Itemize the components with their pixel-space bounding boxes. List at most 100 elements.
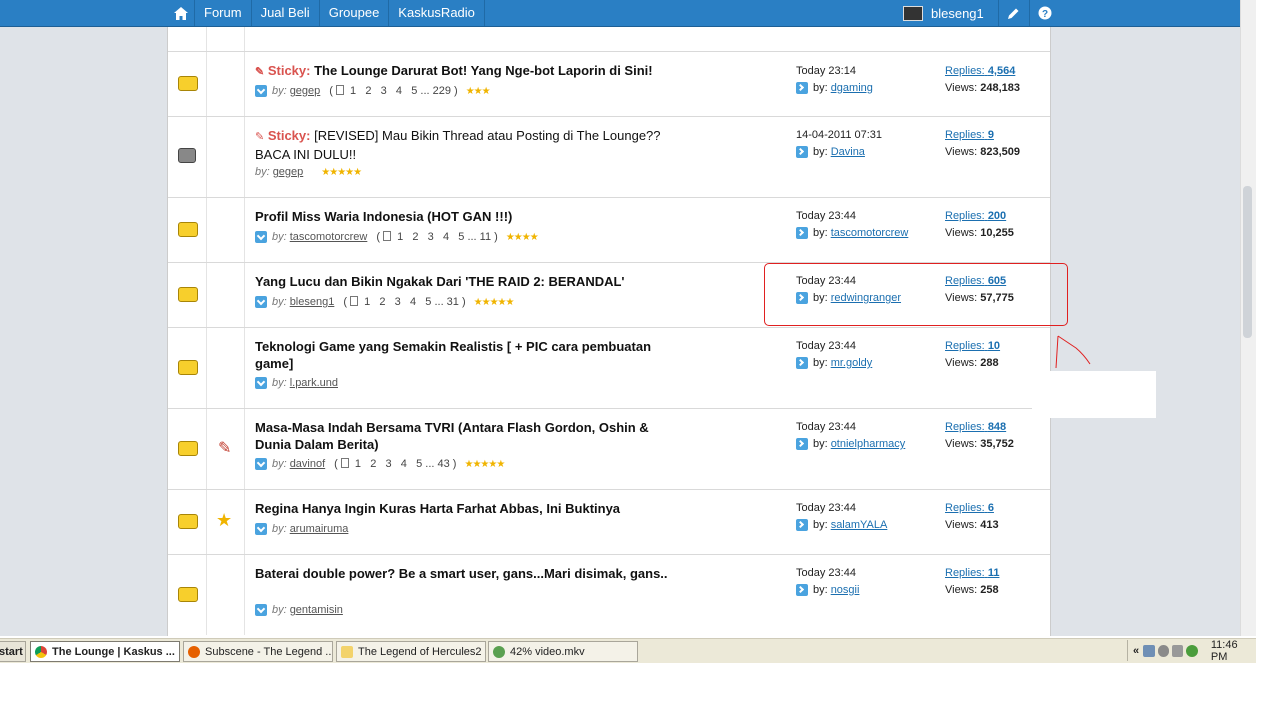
replies-link[interactable]: Replies: 10: [945, 339, 1000, 353]
thread-title[interactable]: Baterai double power? Be a smart user, g…: [255, 565, 675, 582]
taskbar-item-firefox[interactable]: Subscene - The Legend ...: [183, 641, 333, 662]
last-post: Today 23:14 by: dgaming: [796, 65, 873, 94]
replies-link[interactable]: Replies: 848: [945, 420, 1014, 434]
annotation-highlight-box: [764, 263, 1068, 326]
thread-title-text[interactable]: [REVISED] Mau Bikin Thread atau Posting …: [255, 128, 661, 162]
pin-icon: ✎: [255, 131, 265, 143]
last-poster-link[interactable]: otnielpharmacy: [831, 438, 906, 450]
chevron-down-icon[interactable]: [255, 523, 267, 535]
table-row[interactable]: Teknologi Game yang Semakin Realistis [ …: [168, 328, 1050, 409]
replies-link[interactable]: Replies: 4,564: [945, 64, 1020, 78]
chevron-down-icon[interactable]: [255, 458, 267, 470]
help-button[interactable]: ?: [1028, 0, 1060, 26]
folder-icon: [178, 222, 198, 237]
chevron-down-icon[interactable]: [255, 296, 267, 308]
thread-meta: by: arumairuma: [255, 522, 357, 536]
thread-title[interactable]: Masa-Masa Indah Bersama TVRI (Antara Fla…: [255, 419, 675, 453]
nav-kaskusradio[interactable]: KaskusRadio: [389, 0, 485, 26]
home-button[interactable]: [168, 0, 195, 26]
taskbar-item-chrome[interactable]: The Lounge | Kaskus ...: [30, 641, 180, 662]
thread-title[interactable]: ✎ Sticky: [REVISED] Mau Bikin Thread ata…: [255, 127, 675, 163]
views-count: Views: 413: [945, 519, 999, 531]
last-post-time: 14-04-2011 07:31: [796, 129, 883, 141]
views-count: Views: 248,183: [945, 82, 1021, 94]
chevron-down-icon[interactable]: [255, 377, 267, 389]
rating-stars: ★★★: [465, 85, 491, 97]
thread-meta: by: gegep ( 1 2 3 4 5 ... 229 ) ★★★: [255, 84, 491, 98]
user-menu[interactable]: bleseng1 ?: [896, 0, 1060, 26]
update-icon[interactable]: [1186, 644, 1198, 657]
thread-title[interactable]: ✎ Sticky: The Lounge Darurat Bot! Yang N…: [255, 62, 675, 81]
thread-title[interactable]: Profil Miss Waria Indonesia (HOT GAN !!!…: [255, 208, 675, 225]
taskbar-item-download[interactable]: 42% video.mkv: [488, 641, 638, 662]
thread-title[interactable]: Teknologi Game yang Semakin Realistis [ …: [255, 338, 675, 372]
thread-title-text[interactable]: The Lounge Darurat Bot! Yang Nge-bot Lap…: [314, 63, 652, 78]
scrollbar-thumb[interactable]: [1243, 186, 1252, 338]
folder-icon: [178, 76, 198, 91]
last-poster-link[interactable]: dgaming: [831, 82, 873, 94]
author-link[interactable]: gegep: [273, 166, 304, 178]
folder-icon: [178, 360, 198, 375]
replies-link[interactable]: Replies: 11: [945, 566, 999, 580]
author-link[interactable]: arumairuma: [290, 523, 349, 535]
table-row[interactable]: ✎ Sticky: [REVISED] Mau Bikin Thread ata…: [168, 117, 1050, 198]
start-button[interactable]: start: [0, 641, 26, 662]
nav-forum[interactable]: Forum: [195, 0, 252, 26]
replies-link[interactable]: Replies: 200: [945, 209, 1014, 223]
author-link[interactable]: davinof: [290, 458, 325, 470]
last-poster-link[interactable]: tascomotorcrew: [831, 227, 909, 239]
author-link[interactable]: gentamisin: [290, 604, 343, 616]
top-navbar: Forum Jual Beli Groupee KaskusRadio bles…: [0, 0, 1240, 27]
nav-jual-beli[interactable]: Jual Beli: [252, 0, 320, 26]
last-poster-link[interactable]: salamYALA: [831, 519, 888, 531]
author-link[interactable]: l.park.und: [290, 377, 338, 389]
pin-icon: ✎: [255, 66, 265, 78]
author-link[interactable]: gegep: [290, 85, 321, 97]
author-link[interactable]: tascomotorcrew: [290, 231, 368, 243]
last-post-time: Today 23:44: [796, 210, 856, 222]
views-count: Views: 823,509: [945, 146, 1021, 158]
avatar[interactable]: [903, 5, 923, 21]
go-to-last-post-icon[interactable]: [796, 146, 808, 158]
thread-stats: Replies: 10 Views: 288: [945, 339, 1000, 370]
table-row[interactable]: ✎ Masa-Masa Indah Bersama TVRI (Antara F…: [168, 409, 1050, 490]
table-row[interactable]: Baterai double power? Be a smart user, g…: [168, 555, 1050, 635]
go-to-last-post-icon[interactable]: [796, 357, 808, 369]
new-post-button[interactable]: [997, 0, 1029, 26]
replies-link[interactable]: Replies: 9: [945, 128, 1020, 142]
redaction-blob: [1032, 371, 1156, 418]
go-to-last-post-icon[interactable]: [796, 82, 808, 94]
last-poster-link[interactable]: mr.goldy: [831, 357, 873, 369]
network-icon[interactable]: [1143, 644, 1155, 657]
thread-title[interactable]: Regina Hanya Ingin Kuras Harta Farhat Ab…: [255, 500, 675, 517]
thread-title[interactable]: Yang Lucu dan Bikin Ngakak Dari 'THE RAI…: [255, 273, 675, 290]
last-poster-link[interactable]: nosgii: [831, 584, 860, 596]
last-post: Today 23:44 by: nosgii: [796, 567, 860, 596]
chevron-down-icon[interactable]: [255, 231, 267, 243]
author-link[interactable]: bleseng1: [290, 296, 335, 308]
volume-icon[interactable]: [1172, 644, 1184, 657]
table-row[interactable]: Profil Miss Waria Indonesia (HOT GAN !!!…: [168, 198, 1050, 263]
last-poster-link[interactable]: Davina: [831, 146, 865, 158]
go-to-last-post-icon[interactable]: [796, 227, 808, 239]
page-links: ( 1 2 3 4 5 ... 229 ): [329, 85, 458, 97]
username[interactable]: bleseng1: [931, 6, 984, 21]
nav-groupee[interactable]: Groupee: [320, 0, 390, 26]
taskbar-item-folder[interactable]: The Legend of Hercules2: [336, 641, 486, 662]
last-post-time: Today 23:44: [796, 502, 856, 514]
thread-meta: by: gentamisin: [255, 603, 352, 617]
go-to-last-post-icon[interactable]: [796, 519, 808, 531]
folder-icon: [341, 645, 353, 658]
chevron-down-icon[interactable]: [255, 85, 267, 97]
table-row[interactable]: ★ Regina Hanya Ingin Kuras Harta Farhat …: [168, 490, 1050, 555]
page-icon: [336, 85, 345, 95]
chevron-down-icon[interactable]: [255, 604, 267, 616]
tray-expand-button[interactable]: «: [1133, 645, 1139, 657]
rating-stars: ★★★★★: [464, 458, 505, 470]
table-row[interactable]: ✎ Sticky: The Lounge Darurat Bot! Yang N…: [168, 52, 1050, 117]
last-post: Today 23:44 by: tascomotorcrew: [796, 210, 909, 239]
security-icon[interactable]: [1157, 644, 1169, 657]
replies-link[interactable]: Replies: 6: [945, 501, 999, 515]
go-to-last-post-icon[interactable]: [796, 584, 808, 596]
go-to-last-post-icon[interactable]: [796, 438, 808, 450]
